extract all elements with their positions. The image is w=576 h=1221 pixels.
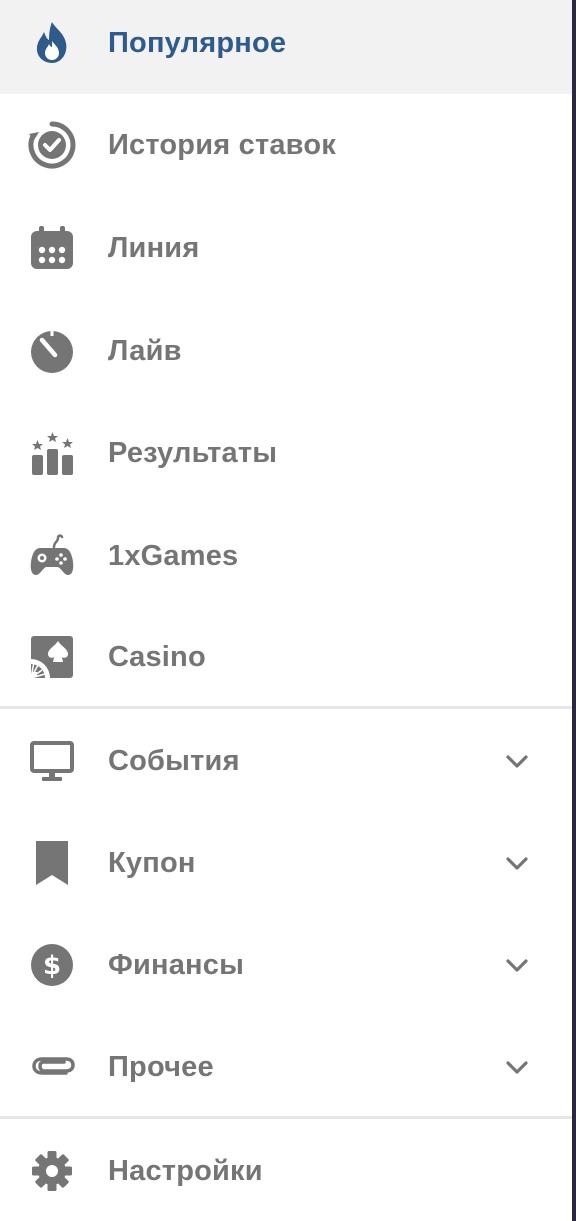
menu-item-live[interactable]: Лайв — [0, 300, 572, 402]
menu-item-label: История ставок — [108, 128, 336, 161]
section-divider — [0, 706, 572, 709]
menu-item-1xgames[interactable]: 1xGames — [0, 505, 572, 607]
menu-item-other[interactable]: Прочее — [0, 1016, 572, 1118]
chevron-down-icon[interactable] — [502, 1052, 532, 1082]
history-check-icon — [26, 119, 78, 171]
menu-item-label: Купон — [108, 846, 196, 879]
casino-spade-icon — [26, 631, 78, 683]
menu-item-casino[interactable]: Casino — [0, 606, 572, 708]
gamepad-icon — [26, 530, 78, 582]
menu-item-bet-history[interactable]: История ставок — [0, 94, 572, 196]
menu-item-line[interactable]: Линия — [0, 197, 572, 299]
menu-item-settings[interactable]: Настройки — [0, 1120, 572, 1221]
background-edge — [572, 0, 576, 1221]
navigation-drawer: Популярное История ставок Линия Лайв Рез… — [0, 0, 576, 1221]
menu-item-label: Casino — [108, 640, 206, 673]
menu-item-label: 1xGames — [108, 539, 239, 572]
svg-text:$: $ — [43, 951, 61, 981]
chevron-down-icon[interactable] — [502, 848, 532, 878]
results-podium-icon — [26, 427, 78, 479]
menu-item-events[interactable]: События — [0, 710, 572, 812]
bookmark-icon — [26, 837, 78, 889]
calendar-icon — [26, 222, 78, 274]
menu-item-label: Настройки — [108, 1154, 263, 1187]
menu-item-label: Прочее — [108, 1050, 214, 1083]
paperclip-icon — [26, 1041, 78, 1093]
menu-item-label: Линия — [108, 231, 200, 264]
menu-item-label: События — [108, 744, 240, 777]
chevron-down-icon[interactable] — [502, 950, 532, 980]
chevron-down-icon[interactable] — [502, 746, 532, 776]
menu-item-popular[interactable]: Популярное — [0, 0, 572, 94]
menu-item-coupon[interactable]: Купон — [0, 812, 572, 914]
menu-item-results[interactable]: Результаты — [0, 402, 572, 504]
menu-item-label: Результаты — [108, 436, 278, 469]
menu-item-label: Популярное — [108, 26, 287, 59]
flame-icon — [26, 17, 78, 69]
menu-item-finance[interactable]: $ Финансы — [0, 914, 572, 1016]
menu-item-label: Финансы — [108, 948, 245, 981]
gear-icon — [26, 1145, 78, 1197]
dollar-coin-icon: $ — [26, 939, 78, 991]
monitor-icon — [26, 735, 78, 787]
stopwatch-icon — [26, 325, 78, 377]
menu-item-label: Лайв — [108, 334, 182, 367]
section-divider — [0, 1116, 572, 1119]
